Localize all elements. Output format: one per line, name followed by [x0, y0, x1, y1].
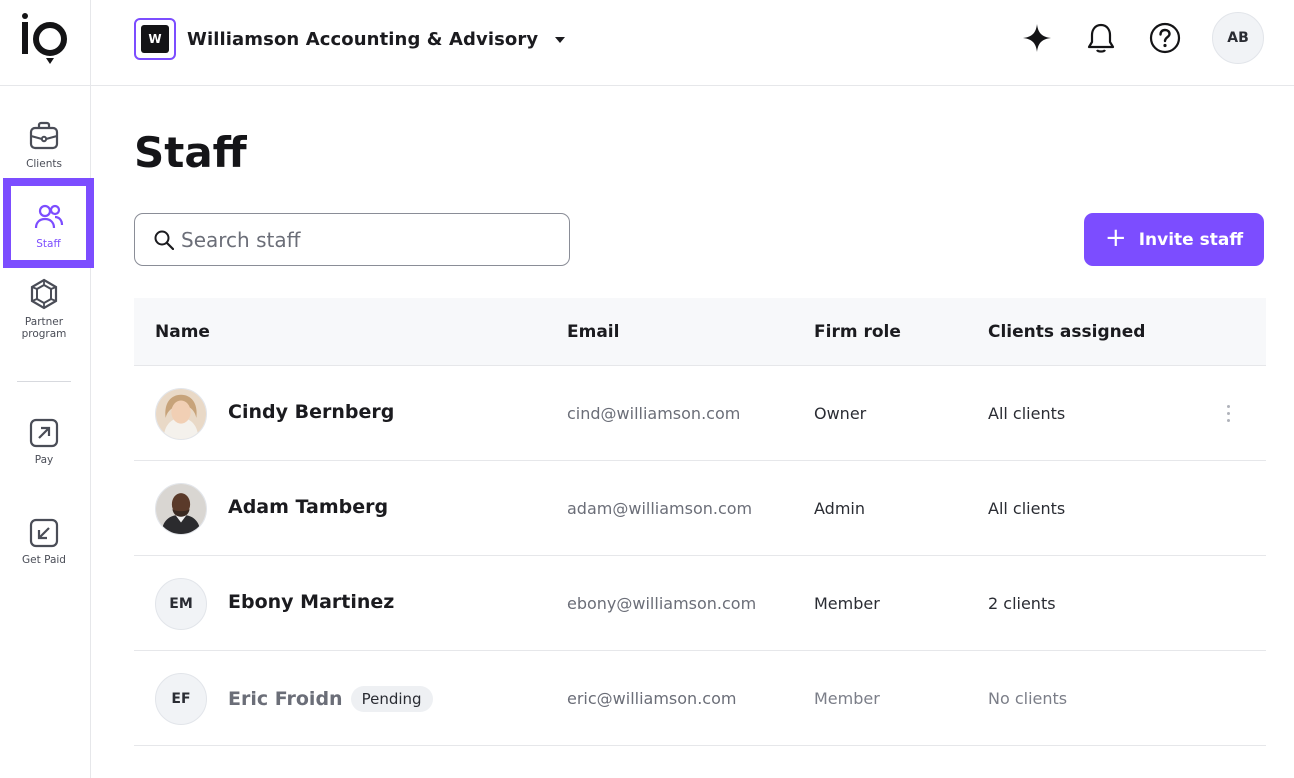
search-box[interactable]: [134, 213, 570, 266]
sidebar-item-label: Partner: [24, 316, 64, 328]
staff-role: Owner: [814, 404, 867, 423]
caret-down-icon: [555, 37, 566, 43]
sidebar-item-clients[interactable]: Clients: [0, 120, 88, 170]
sidebar-item-partner-program[interactable]: Partner program: [0, 278, 88, 340]
table-row[interactable]: Adam Tamberg adam@williamson.com Admin A…: [134, 461, 1266, 556]
staff-role: Admin: [814, 499, 865, 518]
person-photo-icon: [156, 484, 206, 534]
table-row[interactable]: EF Eric Froidn Pending eric@williamson.c…: [134, 651, 1266, 746]
sidebar-item-label: Staff: [36, 238, 61, 250]
table-header: Name Email Firm role Clients assigned: [134, 298, 1266, 366]
invite-staff-label: Invite staff: [1138, 229, 1244, 250]
staff-clients: 2 clients: [988, 594, 1056, 613]
staff-email: eric@williamson.com: [567, 689, 737, 708]
sidebar-item-label: Get Paid: [22, 554, 66, 566]
sidebar: Clients Staff Partner program Pay Get Pa…: [0, 0, 94, 778]
gem-icon: [30, 278, 58, 310]
firm-name: Williamson Accounting & Advisory: [187, 28, 539, 50]
search-input[interactable]: [181, 227, 541, 252]
avatar-initials: EF: [155, 673, 207, 725]
arrow-up-right-icon: [29, 418, 59, 448]
staff-role: Member: [814, 689, 880, 708]
column-header-firm-role[interactable]: Firm role: [814, 322, 901, 342]
sidebar-divider: [17, 381, 71, 382]
staff-email: cind@williamson.com: [567, 404, 741, 423]
staff-name: Eric Froidn: [228, 688, 343, 710]
arrow-down-left-icon: [29, 518, 59, 548]
invite-staff-button[interactable]: + Invite staff: [1084, 213, 1264, 266]
table-row[interactable]: EM Ebony Martinez ebony@williamson.com M…: [134, 556, 1266, 651]
staff-email: ebony@williamson.com: [567, 594, 757, 613]
column-header-name[interactable]: Name: [155, 322, 210, 342]
staff-table: Name Email Firm role Clients assigned Ci…: [134, 298, 1266, 746]
briefcase-icon: [29, 121, 59, 150]
staff-email: adam@williamson.com: [567, 499, 753, 518]
firm-switcher[interactable]: W Williamson Accounting & Advisory: [134, 18, 566, 60]
firm-logo: W: [134, 18, 176, 60]
bell-icon: [1087, 23, 1115, 53]
staff-role: Member: [814, 594, 880, 613]
notifications-button[interactable]: [1084, 21, 1118, 55]
staff-name: Adam Tamberg: [228, 496, 389, 518]
avatar-photo: [155, 388, 207, 440]
search-icon: [154, 230, 174, 250]
avatar-initials: EM: [155, 578, 207, 630]
status-badge: Pending: [350, 686, 433, 712]
help-icon: [1149, 22, 1181, 54]
sidebar-item-pay[interactable]: Pay: [0, 418, 88, 466]
staff-name: Cindy Bernberg: [228, 401, 395, 423]
table-row[interactable]: Cindy Bernberg cind@williamson.com Owner…: [134, 366, 1266, 461]
column-header-email[interactable]: Email: [567, 322, 619, 342]
ai-assistant-button[interactable]: [1020, 21, 1054, 55]
column-header-clients-assigned[interactable]: Clients assigned: [988, 322, 1145, 342]
staff-clients: All clients: [988, 404, 1066, 423]
page-title: Staff: [134, 128, 247, 177]
avatar-photo: [155, 483, 207, 535]
sparkle-icon: [1023, 24, 1051, 52]
sidebar-item-staff[interactable]: Staff: [3, 178, 94, 268]
firm-initial: W: [141, 25, 169, 53]
staff-clients: All clients: [988, 499, 1066, 518]
io-logo[interactable]: [20, 12, 68, 68]
person-photo-icon: [156, 389, 206, 439]
sidebar-item-get-paid[interactable]: Get Paid: [0, 518, 88, 566]
sidebar-item-label: Pay: [34, 454, 54, 466]
row-more-menu-icon[interactable]: [1220, 398, 1236, 428]
staff-clients: No clients: [988, 689, 1068, 708]
logo-area: [0, 0, 90, 86]
sidebar-item-label: Clients: [26, 158, 62, 170]
app-root: Clients Staff Partner program Pay Get Pa…: [0, 0, 1294, 778]
help-button[interactable]: [1148, 21, 1182, 55]
staff-name: Ebony Martinez: [228, 591, 395, 613]
plus-icon: +: [1104, 223, 1127, 253]
users-icon: [34, 204, 63, 229]
top-actions: AB: [1020, 12, 1264, 64]
topbar: W Williamson Accounting & Advisory AB: [91, 0, 1294, 86]
sidebar-item-label: program: [21, 328, 67, 340]
staff-name-wrap: Eric Froidn Pending: [228, 686, 433, 712]
user-avatar[interactable]: AB: [1212, 12, 1264, 64]
